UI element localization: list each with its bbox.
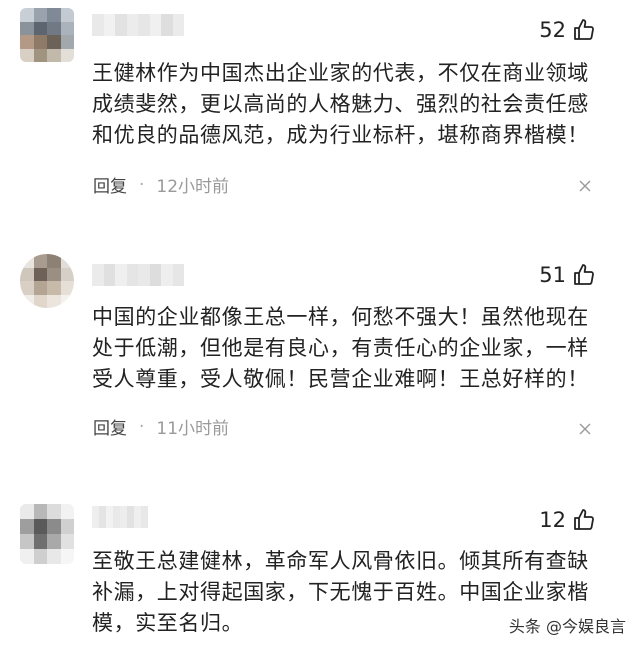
comment-time: 11小时前 xyxy=(156,419,230,439)
thumbs-up-icon xyxy=(574,264,594,285)
like-count: 52 xyxy=(539,18,566,42)
username-blurred[interactable] xyxy=(92,264,184,286)
comment-meta: 回复 · 11小时前 xyxy=(93,414,230,440)
comment-item: 52 王健林作为中国杰出企业家的代表，不仅在商业领域 成绩斐然，更以高尚的人格魅… xyxy=(0,0,640,210)
avatar[interactable] xyxy=(20,254,74,308)
close-icon[interactable] xyxy=(578,179,592,193)
comment-text: 王健林作为中国杰出企业家的代表，不仅在商业领域 成绩斐然，更以高尚的人格魅力、强… xyxy=(92,61,589,147)
avatar[interactable] xyxy=(20,504,74,564)
reply-button[interactable]: 回复 xyxy=(93,172,127,197)
watermark: 头条 @今娱良言 xyxy=(509,613,626,637)
comment-time: 12小时前 xyxy=(156,177,230,197)
username-blurred[interactable] xyxy=(92,14,184,36)
avatar[interactable] xyxy=(20,8,74,62)
reply-button[interactable]: 回复 xyxy=(93,414,127,439)
separator-dot: · xyxy=(139,174,145,195)
like-count: 51 xyxy=(539,263,566,287)
comment-text: 中国的企业都像王总一样，何愁不强大！虽然他现在 处于低潮，但他是有良心，有责任心… xyxy=(92,305,589,391)
comment-meta: 回复 · 12小时前 xyxy=(93,172,230,198)
like-button[interactable]: 52 xyxy=(539,18,596,42)
like-button[interactable]: 51 xyxy=(539,263,596,287)
like-button[interactable]: 12 xyxy=(539,508,596,532)
thumbs-up-icon xyxy=(574,509,594,530)
username-blurred[interactable] xyxy=(92,506,148,528)
like-count: 12 xyxy=(539,508,566,532)
thumbs-up-icon xyxy=(574,19,594,40)
separator-dot: · xyxy=(139,416,145,437)
watermark-text: 头条 @今娱良言 xyxy=(508,617,626,636)
close-icon[interactable] xyxy=(578,422,592,436)
comment-item: 51 中国的企业都像王总一样，何愁不强大！虽然他现在 处于低潮，但他是有良心，有… xyxy=(0,250,640,450)
